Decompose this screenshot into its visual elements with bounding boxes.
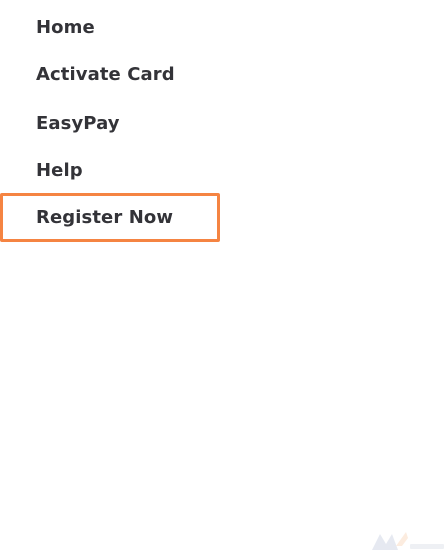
menu-item-activate-card[interactable]: Activate Card xyxy=(36,61,175,89)
menu-item-easypay[interactable]: EasyPay xyxy=(36,110,120,138)
menu-item-home[interactable]: Home xyxy=(36,14,95,42)
menu-item-register-now[interactable]: Register Now xyxy=(36,204,173,232)
brand-logo-icon xyxy=(368,526,448,556)
menu-item-help[interactable]: Help xyxy=(36,157,83,185)
